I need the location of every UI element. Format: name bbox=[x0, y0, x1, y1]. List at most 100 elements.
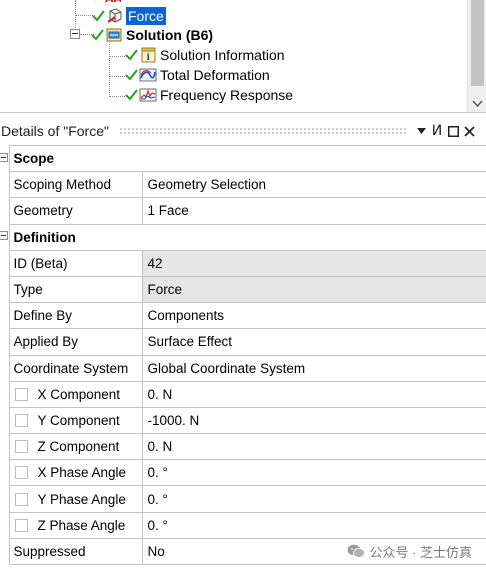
parameter-checkbox[interactable] bbox=[14, 413, 28, 427]
property-row[interactable]: Y Component -1000. N bbox=[0, 406, 486, 435]
check-icon bbox=[125, 48, 138, 61]
property-value: Force bbox=[141, 275, 486, 304]
tree-connector bbox=[109, 96, 125, 97]
tree-item-label: Solution Information bbox=[160, 46, 285, 63]
solution-icon bbox=[105, 27, 123, 43]
tree-item-force[interactable]: Force bbox=[92, 6, 166, 25]
parameter-checkbox[interactable] bbox=[14, 440, 28, 454]
property-value[interactable]: 0. ° bbox=[141, 485, 486, 513]
property-label: X Phase Angle bbox=[37, 465, 127, 481]
partial-tree-item-glyph: AA bbox=[105, 0, 123, 5]
row-gutter bbox=[0, 276, 10, 303]
tree-item-label: Force bbox=[126, 6, 166, 25]
svg-text:AA: AA bbox=[105, 0, 121, 4]
property-row[interactable]: Applied By Surface Effect bbox=[0, 328, 486, 356]
row-gutter bbox=[0, 485, 10, 513]
maximize-icon[interactable] bbox=[446, 123, 460, 139]
row-gutter bbox=[0, 512, 10, 539]
tree-item-label: Frequency Response bbox=[160, 86, 294, 103]
group-row-scope[interactable]: Scope bbox=[0, 144, 486, 173]
property-value[interactable]: Geometry Selection bbox=[141, 171, 486, 199]
property-value[interactable]: Components bbox=[141, 302, 486, 330]
property-label: Suppressed bbox=[8, 537, 143, 566]
group-row-definition[interactable]: Definition bbox=[0, 223, 486, 251]
collapse-minus-icon[interactable] bbox=[0, 152, 8, 162]
row-gutter bbox=[0, 407, 10, 434]
details-title: Details of "Force" bbox=[1, 123, 109, 139]
property-row[interactable]: X Component 0. N bbox=[0, 380, 486, 408]
property-label: Type bbox=[8, 275, 143, 304]
tree-item-solution-information[interactable]: i Solution Information bbox=[125, 45, 285, 64]
property-row[interactable]: Scoping Method Geometry Selection bbox=[0, 171, 486, 199]
row-gutter bbox=[0, 538, 10, 565]
parameter-checkbox[interactable] bbox=[14, 492, 28, 506]
pin-icon[interactable]: И bbox=[430, 123, 444, 139]
scrollbar-thumb[interactable] bbox=[471, 0, 484, 86]
info-icon: i bbox=[139, 47, 157, 63]
property-row[interactable]: Z Component 0. N bbox=[0, 433, 486, 461]
row-gutter bbox=[0, 171, 10, 198]
check-icon bbox=[125, 68, 138, 81]
property-row[interactable]: ID (Beta) 42 bbox=[0, 249, 486, 277]
property-value[interactable]: 0. ° bbox=[141, 459, 486, 487]
row-gutter bbox=[0, 250, 10, 277]
property-row[interactable]: Type Force bbox=[0, 275, 486, 304]
close-icon[interactable] bbox=[462, 123, 476, 139]
property-label: Z Phase Angle bbox=[37, 517, 126, 533]
property-value[interactable]: 1 Face bbox=[141, 197, 486, 225]
property-label-cell: Y Phase Angle bbox=[8, 485, 143, 513]
property-row[interactable]: Y Phase Angle 0. ° bbox=[0, 485, 486, 513]
property-value[interactable]: 0. N bbox=[141, 433, 486, 461]
collapse-toggle[interactable] bbox=[70, 29, 80, 39]
check-icon bbox=[92, 9, 105, 22]
tree-item-total-deformation[interactable]: Total Deformation bbox=[125, 65, 270, 84]
row-gutter bbox=[0, 197, 10, 225]
panel-grip[interactable] bbox=[118, 127, 406, 135]
tree-connector bbox=[109, 44, 110, 97]
property-value[interactable]: 0. N bbox=[141, 380, 486, 408]
property-label: Y Phase Angle bbox=[37, 491, 126, 507]
tree-item-label: Total Deformation bbox=[160, 66, 270, 83]
parameter-checkbox[interactable] bbox=[14, 387, 28, 401]
row-gutter bbox=[0, 381, 10, 408]
property-value[interactable]: Global Coordinate System bbox=[141, 354, 486, 382]
frequency-response-icon bbox=[139, 87, 157, 103]
parameter-checkbox[interactable] bbox=[14, 466, 28, 480]
property-label: X Component bbox=[37, 386, 121, 402]
tree-connector bbox=[109, 76, 125, 77]
watermark-text: 公众号 · 芝士仿真 bbox=[369, 545, 472, 560]
details-panel-header: Details of "Force" И bbox=[0, 118, 486, 144]
collapse-minus-icon[interactable] bbox=[0, 231, 8, 241]
watermark: 公众号 · 芝士仿真 bbox=[347, 542, 472, 561]
tree-scrollbar[interactable] bbox=[467, 0, 486, 112]
property-label: Coordinate System bbox=[8, 354, 143, 382]
property-row[interactable]: Define By Components bbox=[0, 302, 486, 330]
property-label-cell: X Component bbox=[8, 380, 143, 408]
dropdown-arrow-icon[interactable] bbox=[414, 123, 428, 139]
scroll-down-arrow-icon[interactable] bbox=[472, 100, 483, 108]
property-row[interactable]: Coordinate System Global Coordinate Syst… bbox=[0, 354, 486, 382]
row-gutter bbox=[0, 459, 10, 486]
property-label: ID (Beta) bbox=[8, 249, 143, 277]
property-row[interactable]: Z Phase Angle 0. ° bbox=[0, 511, 486, 539]
property-value[interactable]: -1000. N bbox=[141, 406, 486, 435]
check-icon bbox=[125, 88, 138, 101]
tree-item-label: Solution (B6) bbox=[126, 26, 214, 43]
property-row[interactable]: Geometry 1 Face bbox=[0, 197, 486, 225]
property-value[interactable]: 0. ° bbox=[141, 511, 486, 539]
group-gutter bbox=[0, 224, 10, 251]
parameter-checkbox[interactable] bbox=[14, 518, 28, 532]
property-row[interactable]: X Phase Angle 0. ° bbox=[0, 459, 486, 487]
property-label: Z Component bbox=[37, 439, 120, 455]
property-label: Geometry bbox=[8, 197, 143, 225]
group-name: Scope bbox=[8, 144, 486, 173]
wechat-icon bbox=[347, 544, 366, 558]
force-load-icon bbox=[106, 7, 124, 24]
group-name: Definition bbox=[8, 223, 486, 251]
tree-item-solution[interactable]: Solution (B6) bbox=[91, 25, 213, 44]
property-value[interactable]: Surface Effect bbox=[141, 328, 486, 356]
partial-tree-item-icon bbox=[90, 0, 104, 2]
tree-item-frequency-response[interactable]: Frequency Response bbox=[125, 85, 293, 104]
outline-tree: AA Force bbox=[0, 0, 486, 113]
property-label: Scoping Method bbox=[8, 171, 143, 199]
